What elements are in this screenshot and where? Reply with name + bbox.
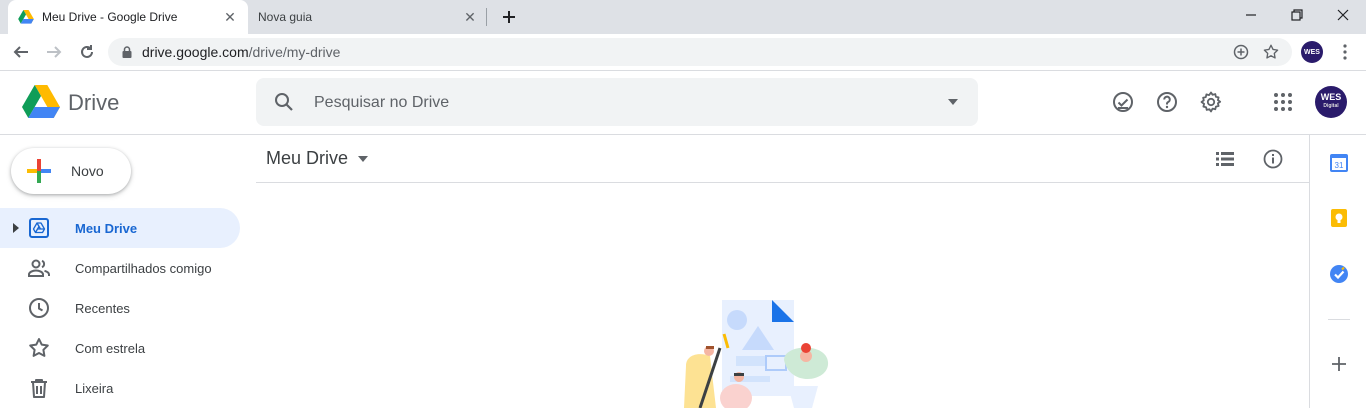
browser-toolbar: drive.google.com/drive/my-drive WES [0, 34, 1366, 71]
info-icon[interactable] [1262, 148, 1284, 170]
new-button[interactable]: Novo [11, 148, 131, 194]
install-app-icon[interactable] [1232, 43, 1250, 61]
help-icon[interactable] [1155, 90, 1179, 114]
google-drive-favicon-icon [18, 10, 34, 24]
minimize-icon[interactable] [1228, 0, 1274, 30]
sidebar-item-meu-drive[interactable]: Meu Drive [0, 208, 240, 248]
sidebar-item-label: Lixeira [75, 380, 114, 396]
back-arrow-icon[interactable] [10, 41, 32, 63]
search-bar [256, 78, 978, 126]
close-tab-icon[interactable]: ✕ [462, 9, 478, 25]
sidebar-item-label: Recentes [75, 300, 130, 316]
google-drive-logo-icon[interactable] [22, 85, 60, 119]
avatar-subtext: Digital [1323, 103, 1339, 109]
avatar-initials: WES [1320, 92, 1342, 102]
sidebar-item-label: Compartilhados comigo [75, 260, 212, 276]
account-avatar[interactable]: WES Digital [1315, 86, 1347, 118]
add-icon[interactable] [1329, 354, 1349, 374]
tab-title: Nova guia [258, 10, 313, 24]
chevron-down-icon [358, 155, 369, 162]
tab-strip: Meu Drive - Google Drive ✕ Nova guia ✕ [0, 0, 1366, 34]
restore-icon[interactable] [1274, 0, 1320, 30]
offline-ready-icon[interactable] [1111, 90, 1135, 114]
sidebar-item-recentes[interactable]: Recentes [0, 288, 240, 328]
side-panel: 31 [1309, 135, 1366, 408]
reload-icon[interactable] [76, 41, 98, 63]
tab-title: Meu Drive - Google Drive [42, 10, 178, 24]
address-bar[interactable]: drive.google.com/drive/my-drive [108, 38, 1292, 66]
tab-nova-guia[interactable]: Nova guia ✕ [248, 0, 488, 34]
bookmark-star-icon[interactable] [1262, 43, 1280, 61]
sidebar-item-label: Meu Drive [75, 220, 138, 236]
sidebar-item-label: Com estrela [75, 340, 146, 356]
my-drive-icon [29, 218, 49, 238]
keep-icon[interactable] [1329, 208, 1349, 228]
url-path: /drive/my-drive [248, 44, 341, 60]
trash-icon [31, 379, 47, 398]
google-apps-grid-icon[interactable] [1271, 90, 1295, 114]
colorful-plus-icon [27, 159, 51, 183]
empty-drive-illustration [684, 300, 829, 408]
sidebar-item-lixeira[interactable]: Lixeira [0, 368, 240, 408]
breadcrumb[interactable]: Meu Drive [266, 148, 369, 169]
search-input[interactable] [312, 90, 916, 116]
browser-profile-avatar[interactable]: WES [1301, 41, 1323, 63]
expand-arrow-icon[interactable] [12, 223, 20, 233]
side-panel-divider [1328, 319, 1350, 320]
toolbar-divider [256, 182, 1309, 183]
search-icon[interactable] [272, 90, 296, 114]
calendar-icon[interactable]: 31 [1329, 153, 1349, 173]
browser-menu-icon[interactable] [1335, 41, 1355, 63]
close-window-icon[interactable] [1320, 0, 1366, 30]
star-icon [29, 338, 49, 357]
url-host: drive.google.com [142, 44, 249, 60]
settings-gear-icon[interactable] [1199, 90, 1223, 114]
new-tab-icon[interactable] [499, 7, 519, 27]
calendar-day: 31 [1335, 161, 1344, 170]
lock-icon[interactable] [120, 45, 134, 59]
tab-divider [486, 8, 487, 26]
sidebar-item-com-estrela[interactable]: Com estrela [0, 328, 240, 368]
search-options-caret-icon[interactable] [946, 96, 960, 108]
forward-arrow-icon[interactable] [43, 41, 65, 63]
tab-meu-drive[interactable]: Meu Drive - Google Drive ✕ [8, 0, 248, 34]
page-title: Meu Drive [266, 148, 349, 168]
sidebar-item-compartilhados[interactable]: Compartilhados comigo [0, 248, 240, 288]
drive-header: Drive WES Digital [0, 71, 1366, 135]
people-icon [28, 259, 50, 277]
product-name[interactable]: Drive [68, 90, 119, 116]
new-button-label: Novo [71, 163, 104, 179]
url-text: drive.google.com/drive/my-drive [142, 44, 340, 60]
list-view-icon[interactable] [1214, 148, 1236, 170]
close-tab-icon[interactable]: ✕ [222, 9, 238, 25]
clock-icon [29, 298, 49, 318]
tasks-icon[interactable] [1329, 264, 1349, 284]
